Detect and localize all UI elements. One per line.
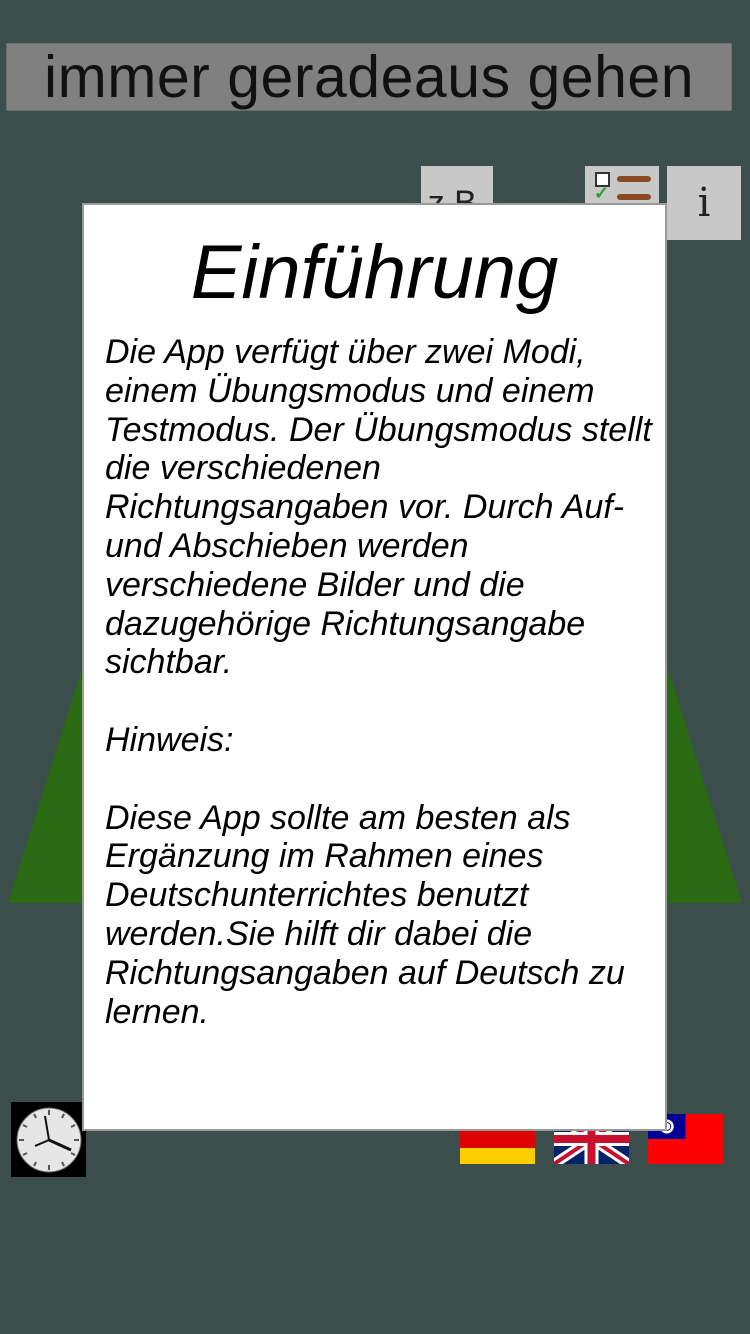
direction-phrase-header: immer geradeaus gehen — [6, 43, 732, 111]
intro-paragraph: Die App verfügt über zwei Modi, einem Üb… — [105, 333, 652, 682]
dialog-title: Einführung — [190, 230, 559, 315]
dialog-body: Die App verfügt über zwei Modi, einem Üb… — [105, 333, 655, 1031]
hint-label: Hinweis: — [105, 720, 234, 759]
hint-paragraph: Diese App sollte am besten als Ergänzung… — [105, 798, 625, 1031]
clock-icon — [16, 1107, 81, 1172]
introduction-dialog[interactable]: Einführung Die App verfügt über zwei Mod… — [82, 203, 667, 1131]
info-button[interactable]: i — [667, 166, 741, 240]
direction-phrase: immer geradeaus gehen — [43, 43, 695, 110]
clock-button[interactable] — [11, 1102, 86, 1177]
info-button-label: i — [697, 180, 711, 226]
